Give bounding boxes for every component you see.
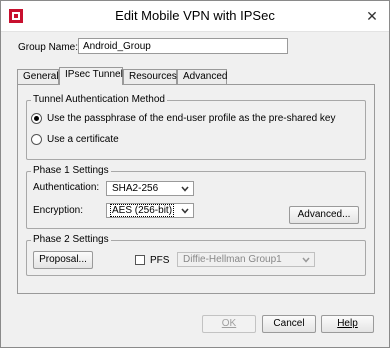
passphrase-radio-label[interactable]: Use the passphrase of the end-user profi… <box>47 113 336 124</box>
encryption-select[interactable]: AES (256-bit) <box>106 203 194 218</box>
window-title: Edit Mobile VPN with IPSec <box>115 8 275 23</box>
chevron-down-icon <box>302 257 310 263</box>
passphrase-radio[interactable] <box>31 113 42 124</box>
chevron-down-icon <box>181 208 189 214</box>
ipsec-tunnel-panel: Tunnel Authentication Method Use the pas… <box>17 84 375 294</box>
dh-group-value: Diffie-Hellman Group1 <box>183 254 282 265</box>
encryption-value: AES (256-bit) <box>110 204 175 217</box>
certificate-radio-label[interactable]: Use a certificate <box>47 134 119 145</box>
tab-ipsec-tunnel[interactable]: IPsec Tunnel <box>59 67 123 85</box>
phase2-title: Phase 2 Settings <box>31 234 111 245</box>
group-name-field[interactable]: Android_Group <box>78 38 288 54</box>
authentication-select[interactable]: SHA2-256 <box>106 181 194 196</box>
ok-button-label: OK <box>221 318 237 329</box>
help-button-label: Help <box>337 318 358 329</box>
tunnel-auth-group: Tunnel Authentication Method Use the pas… <box>26 94 366 160</box>
phase1-advanced-button[interactable]: Advanced... <box>289 206 359 224</box>
ok-button[interactable]: OK <box>202 315 256 333</box>
tab-resources[interactable]: Resources <box>123 69 177 84</box>
dh-group-select[interactable]: Diffie-Hellman Group1 <box>177 252 315 267</box>
phase1-group: Phase 1 Settings Authentication: SHA2-25… <box>26 165 366 229</box>
title-bar: Edit Mobile VPN with IPSec ✕ <box>1 1 389 32</box>
cancel-button-label: Cancel <box>273 318 305 329</box>
cancel-button[interactable]: Cancel <box>262 315 316 333</box>
help-button[interactable]: Help <box>321 315 374 333</box>
phase2-group: Phase 2 Settings Proposal... PFS Diffie-… <box>26 234 366 276</box>
tunnel-auth-title: Tunnel Authentication Method <box>31 94 167 105</box>
chevron-down-icon <box>181 186 189 192</box>
phase1-title: Phase 1 Settings <box>31 165 111 176</box>
authentication-label: Authentication: <box>33 182 100 193</box>
group-name-label: Group Name: <box>18 42 79 53</box>
close-icon[interactable]: ✕ <box>363 7 381 25</box>
pfs-checkbox[interactable] <box>135 255 145 265</box>
pfs-label: PFS <box>150 255 170 266</box>
certificate-radio[interactable] <box>31 134 42 145</box>
authentication-value: SHA2-256 <box>112 183 159 194</box>
encryption-label: Encryption: <box>33 205 84 216</box>
tab-advanced[interactable]: Advanced <box>177 69 227 84</box>
proposal-button[interactable]: Proposal... <box>33 251 93 269</box>
dialog-window: Edit Mobile VPN with IPSec ✕ Group Name:… <box>0 0 390 348</box>
tab-general[interactable]: General <box>17 69 59 84</box>
